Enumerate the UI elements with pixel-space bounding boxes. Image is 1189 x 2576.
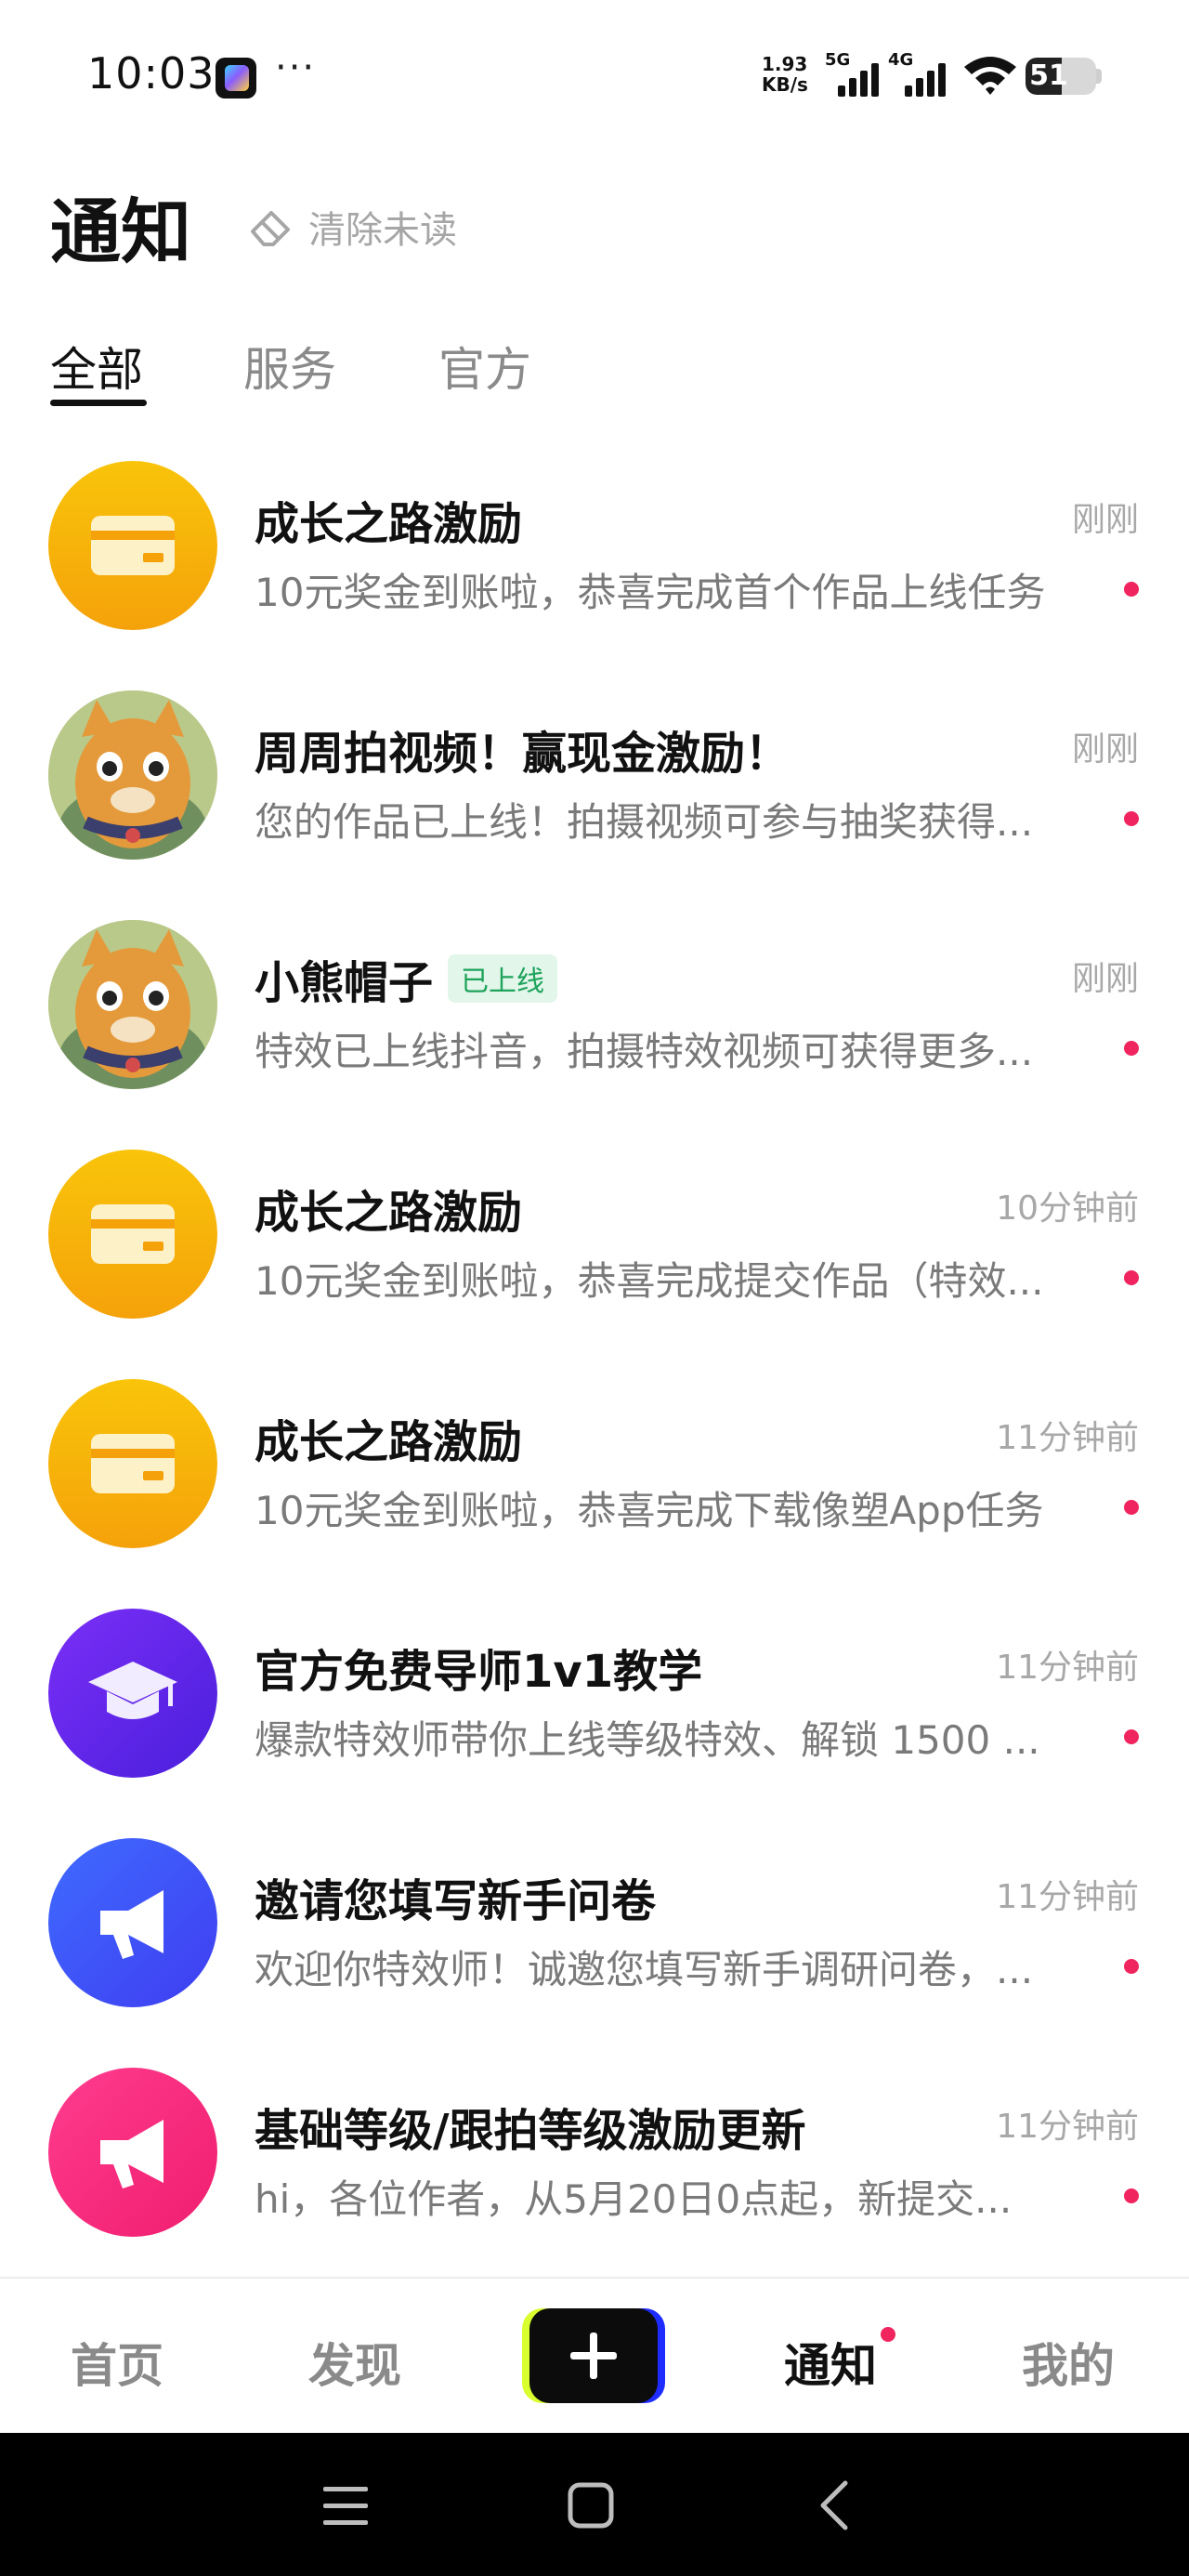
back-icon[interactable]	[801, 2470, 871, 2541]
battery-level: 51	[1029, 59, 1068, 92]
nav-unread-dot	[881, 2327, 895, 2342]
signal-sim1-icon: 5G	[825, 50, 886, 97]
notification-time: 11分钟前	[996, 2108, 1139, 2146]
megaphone-icon	[48, 2068, 217, 2237]
notification-list: 成长之路激励 刚刚 10元奖金到账啦，恭喜完成首个作品上线任务 周周拍视频！赢现…	[0, 450, 1189, 2286]
notification-item[interactable]: 邀请您填写新手问卷 11分钟前 欢迎你特效师！诚邀您填写新手调研问卷，...	[0, 1827, 1189, 2057]
notification-title-text: 小熊帽子	[255, 957, 434, 1009]
notification-item[interactable]: 基础等级/跟拍等级激励更新 11分钟前 hi，各位作者，从5月20日0点起，新提…	[0, 2057, 1189, 2286]
plus-icon	[570, 2333, 617, 2379]
online-status-badge: 已上线	[448, 954, 558, 1003]
eraser-icon	[251, 211, 290, 246]
notification-preview: 爆款特效师带你上线等级特效、解锁 1500 ...	[255, 1717, 1040, 1763]
more-notifications-icon: ···	[275, 46, 317, 89]
notification-time: 11分钟前	[996, 1419, 1139, 1457]
notification-title: 基础等级/跟拍等级激励更新	[255, 2105, 806, 2157]
notification-preview: 10元奖金到账啦，恭喜完成提交作品（特效...	[255, 1258, 1044, 1304]
notification-item[interactable]: 成长之路激励 10分钟前 10元奖金到账啦，恭喜完成提交作品（特效...	[0, 1138, 1189, 1368]
card-icon	[48, 1150, 217, 1319]
unread-dot	[1124, 1270, 1139, 1285]
active-tab-indicator	[50, 400, 147, 406]
notification-item[interactable]: 官方免费导师1v1教学 11分钟前 爆款特效师带你上线等级特效、解锁 1500 …	[0, 1597, 1189, 1827]
unread-dot	[1124, 2188, 1139, 2203]
nav-discover[interactable]: 发现	[308, 2329, 401, 2396]
notification-time: 11分钟前	[996, 1649, 1139, 1687]
notification-time: 11分钟前	[996, 1878, 1139, 1916]
tab-all[interactable]: 全部	[50, 333, 143, 400]
signal-sim2-icon: 4G	[888, 50, 953, 97]
notification-title: 成长之路激励	[255, 1416, 523, 1468]
notification-preview: 欢迎你特效师！诚邀您填写新手调研问卷，...	[255, 1947, 1034, 1992]
notification-time: 刚刚	[1071, 501, 1139, 539]
notification-item[interactable]: 小熊帽子 已上线 刚刚 特效已上线抖音，拍摄特效视频可获得更多...	[0, 909, 1189, 1138]
notification-item[interactable]: 周周拍视频！赢现金激励！ 刚刚 您的作品已上线！拍摄视频可参与抽奖获得...	[0, 679, 1189, 909]
unread-dot	[1124, 811, 1139, 826]
network-speed-unit: KB/s	[762, 73, 808, 96]
clear-unread-button[interactable]: 清除未读	[245, 199, 457, 255]
notification-title: 邀请您填写新手问卷	[255, 1875, 657, 1927]
clear-unread-label: 清除未读	[308, 209, 457, 252]
bottom-nav: 首页 发现 通知 我的	[0, 2277, 1189, 2433]
unread-dot	[1124, 1729, 1139, 1744]
megaphone-icon	[48, 1838, 217, 2007]
notification-time: 刚刚	[1071, 730, 1139, 769]
nav-notifications[interactable]: 通知	[784, 2329, 877, 2396]
status-bar: 10:03 ··· 1.93 KB/s 5G 4G 51	[0, 0, 1189, 158]
network-speed: 1.93 KB/s	[762, 54, 808, 95]
unread-dot	[1124, 1041, 1139, 1056]
cat-avatar	[48, 920, 217, 1089]
notification-item[interactable]: 成长之路激励 刚刚 10元奖金到账啦，恭喜完成首个作品上线任务	[0, 450, 1189, 679]
notification-time: 10分钟前	[996, 1189, 1139, 1228]
notification-preview: 10元奖金到账啦，恭喜完成首个作品上线任务	[255, 570, 1046, 615]
menu-icon[interactable]	[310, 2470, 381, 2541]
unread-dot	[1124, 1959, 1139, 1974]
notification-time: 刚刚	[1071, 960, 1139, 998]
cat-avatar	[48, 690, 217, 860]
home-icon[interactable]	[555, 2470, 626, 2541]
tab-official[interactable]: 官方	[438, 333, 531, 400]
unread-dot	[1124, 582, 1139, 597]
notification-tabs: 全部 服务 官方	[0, 325, 1189, 418]
unread-dot	[1124, 1500, 1139, 1515]
battery-icon: 51	[1026, 58, 1096, 95]
notification-title: 小熊帽子 已上线	[255, 946, 558, 1011]
tab-service[interactable]: 服务	[243, 333, 336, 400]
nav-home[interactable]: 首页	[71, 2329, 163, 2396]
wifi-icon	[964, 57, 1016, 95]
nav-me[interactable]: 我的	[1022, 2329, 1115, 2396]
network-speed-value: 1.93	[762, 53, 808, 75]
notification-preview: 10元奖金到账啦，恭喜完成下载像塑App任务	[255, 1488, 1044, 1533]
system-nav-bar	[0, 2433, 1189, 2576]
card-icon	[48, 461, 217, 630]
app-notification-icon	[216, 58, 256, 99]
notification-preview: 特效已上线抖音，拍摄特效视频可获得更多...	[255, 1029, 1034, 1074]
notification-title: 周周拍视频！赢现金激励！	[255, 728, 790, 780]
page-title: 通知	[50, 191, 191, 273]
status-time: 10:03	[87, 48, 216, 99]
notification-title: 官方免费导师1v1教学	[255, 1646, 703, 1698]
notification-title: 成长之路激励	[255, 498, 523, 550]
notification-preview: 您的作品已上线！拍摄视频可参与抽奖获得...	[255, 799, 1034, 845]
notification-preview: hi，各位作者，从5月20日0点起，新提交...	[255, 2176, 1013, 2222]
create-button[interactable]	[522, 2308, 665, 2403]
notification-item[interactable]: 成长之路激励 11分钟前 10元奖金到账啦，恭喜完成下载像塑App任务	[0, 1368, 1189, 1597]
battery-tip	[1096, 69, 1102, 84]
card-icon	[48, 1379, 217, 1548]
graduation-cap-icon	[48, 1609, 217, 1778]
notification-title: 成长之路激励	[255, 1187, 523, 1239]
